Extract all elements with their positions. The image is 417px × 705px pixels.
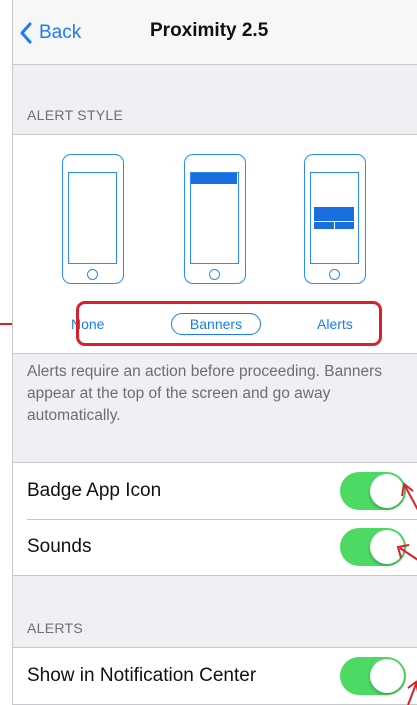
page-title: Proximity 2.5	[150, 20, 269, 41]
alert-style-none-phone-icon[interactable]	[62, 154, 124, 284]
phone-screen	[310, 172, 359, 264]
back-button[interactable]: Back	[19, 18, 81, 48]
alert-style-header: ALERT STYLE	[27, 107, 124, 123]
phone-screen	[68, 172, 117, 264]
row-label: Sounds	[27, 536, 92, 557]
banner-preview	[191, 173, 237, 184]
show-in-notification-center-toggle[interactable]	[340, 657, 406, 695]
settings-row-sounds: Sounds	[13, 519, 417, 575]
alerts-header: ALERTS	[27, 620, 84, 636]
phone-home-button	[329, 269, 340, 280]
back-label: Back	[39, 22, 82, 43]
settings-group: Badge App Icon Sounds	[13, 462, 417, 576]
settings-row-badge-app-icon: Badge App Icon	[13, 463, 417, 519]
alert-style-description: Alerts require an action before proceedi…	[27, 363, 382, 424]
badge-app-icon-toggle[interactable]	[340, 472, 406, 510]
alert-style-banners-option[interactable]: Banners	[171, 313, 261, 335]
navigation-bar: Back Proximity 2.5	[13, 0, 417, 65]
chevron-left-icon	[20, 22, 32, 44]
row-label: Badge App Icon	[27, 480, 162, 501]
alert-style-panel: None Banners Alerts	[13, 134, 417, 354]
settings-row-show-in-notification-center: Show in Notification Center	[13, 648, 417, 704]
phone-screen	[190, 172, 239, 264]
alerts-group: Show in Notification Center	[13, 647, 417, 705]
sounds-toggle[interactable]	[340, 528, 406, 566]
alert-style-none-option[interactable]: None	[71, 316, 104, 332]
alert-style-alerts-phone-icon[interactable]	[304, 154, 366, 284]
phone-home-button	[209, 269, 220, 280]
alert-preview	[314, 207, 354, 229]
row-label: Show in Notification Center	[27, 665, 257, 686]
phone-home-button	[87, 269, 98, 280]
alert-style-banners-phone-icon[interactable]	[184, 154, 246, 284]
settings-screen: Back Proximity 2.5 ALERT STYLE None Bann…	[12, 0, 417, 705]
alert-style-alerts-option[interactable]: Alerts	[317, 316, 353, 332]
